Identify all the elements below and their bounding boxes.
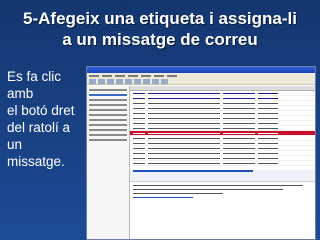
preview-link xyxy=(133,197,193,198)
preview-header xyxy=(130,170,315,182)
preview-text-line xyxy=(133,189,283,190)
preview-subject xyxy=(133,170,253,172)
preview-text-line xyxy=(133,185,303,186)
folder-pane xyxy=(87,86,130,239)
email-client-screenshot xyxy=(86,66,316,240)
toolbar xyxy=(87,78,315,85)
preview-text-line xyxy=(133,193,223,194)
bullet-text: Es fa clic amb el botó dret del ratolí a… xyxy=(7,69,75,169)
preview-pane xyxy=(130,166,315,239)
slide-title: 5-Afegeix una etiqueta i assigna-li a un… xyxy=(23,9,297,49)
message-list xyxy=(130,86,315,166)
